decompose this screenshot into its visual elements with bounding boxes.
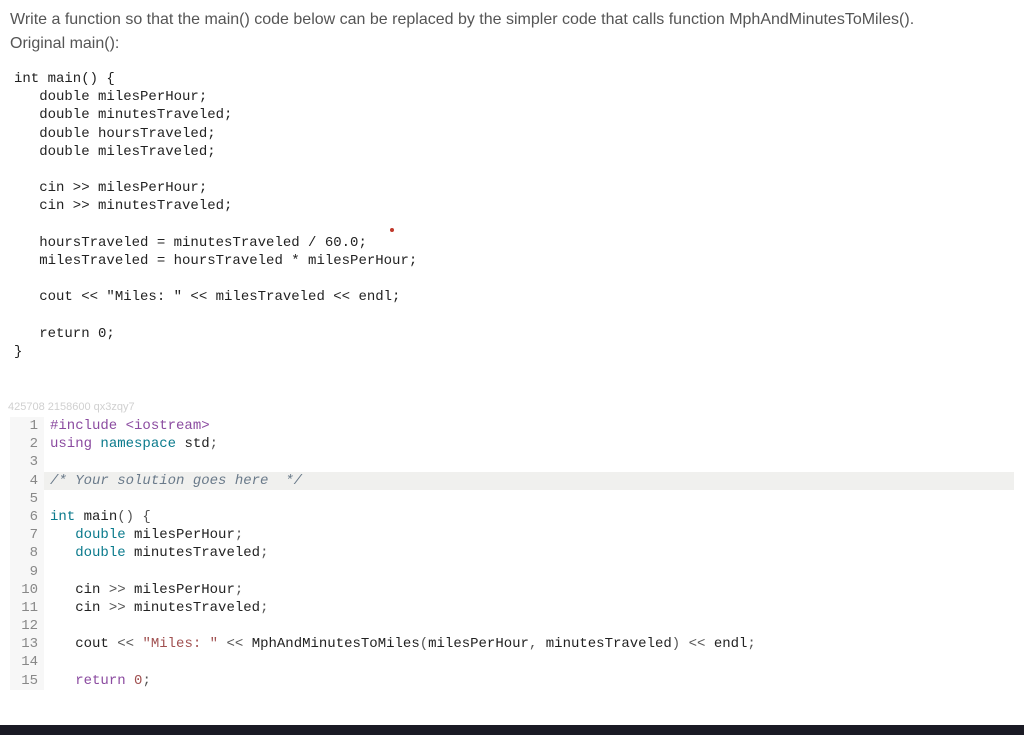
editor-line[interactable]: 14 — [10, 653, 1014, 671]
code-content[interactable] — [44, 653, 1014, 671]
line-number: 8 — [10, 544, 44, 562]
code-content[interactable]: double minutesTraveled; — [44, 544, 1014, 562]
code-content[interactable]: cout << "Miles: " << MphAndMinutesToMile… — [44, 635, 1014, 653]
editor-line[interactable]: 7 double milesPerHour; — [10, 526, 1014, 544]
editor-line[interactable]: 8 double minutesTraveled; — [10, 544, 1014, 562]
line-number: 11 — [10, 599, 44, 617]
line-number: 3 — [10, 453, 44, 471]
code-content[interactable]: int main() { — [44, 508, 1014, 526]
code-content[interactable]: using namespace std; — [44, 435, 1014, 453]
code-content[interactable]: #include <iostream> — [44, 417, 1014, 435]
code-content[interactable]: cin >> minutesTraveled; — [44, 599, 1014, 617]
editor-line[interactable]: 3 — [10, 453, 1014, 471]
code-content[interactable] — [44, 490, 1014, 508]
editor-line[interactable]: 1#include <iostream> — [10, 417, 1014, 435]
editor-line[interactable]: 13 cout << "Miles: " << MphAndMinutesToM… — [10, 635, 1014, 653]
cursor-dot — [390, 228, 394, 232]
editor-line[interactable]: 9 — [10, 563, 1014, 581]
editor-line[interactable]: 15 return 0; — [10, 672, 1014, 690]
code-content[interactable]: /* Your solution goes here */ — [44, 472, 1014, 490]
problem-statement: Write a function so that the main() code… — [0, 0, 1024, 60]
code-editor[interactable]: 1#include <iostream>2using namespace std… — [10, 417, 1014, 690]
editor-line[interactable]: 11 cin >> minutesTraveled; — [10, 599, 1014, 617]
line-number: 6 — [10, 508, 44, 526]
editor-line[interactable]: 10 cin >> milesPerHour; — [10, 581, 1014, 599]
editor-line[interactable]: 4/* Your solution goes here */ — [10, 472, 1014, 490]
line-number: 7 — [10, 526, 44, 544]
code-content[interactable]: double milesPerHour; — [44, 526, 1014, 544]
bottom-bar — [0, 725, 1024, 735]
line-number: 12 — [10, 617, 44, 635]
problem-line-2: Original main(): — [10, 32, 1014, 56]
line-number: 9 — [10, 563, 44, 581]
code-content[interactable]: return 0; — [44, 672, 1014, 690]
code-content[interactable] — [44, 617, 1014, 635]
line-number: 4 — [10, 472, 44, 490]
line-number: 15 — [10, 672, 44, 690]
line-number: 10 — [10, 581, 44, 599]
editor-line[interactable]: 6int main() { — [10, 508, 1014, 526]
line-number: 5 — [10, 490, 44, 508]
code-content[interactable] — [44, 563, 1014, 581]
original-main-code: int main() { double milesPerHour; double… — [0, 60, 1024, 371]
editor-line[interactable]: 2using namespace std; — [10, 435, 1014, 453]
editor-line[interactable]: 12 — [10, 617, 1014, 635]
line-number: 14 — [10, 653, 44, 671]
line-number: 1 — [10, 417, 44, 435]
code-content[interactable] — [44, 453, 1014, 471]
editor-line[interactable]: 5 — [10, 490, 1014, 508]
watermark-text: 425708 2158600 qx3zqy7 — [0, 371, 1024, 417]
line-number: 13 — [10, 635, 44, 653]
problem-line-1: Write a function so that the main() code… — [10, 8, 1014, 32]
code-content[interactable]: cin >> milesPerHour; — [44, 581, 1014, 599]
line-number: 2 — [10, 435, 44, 453]
